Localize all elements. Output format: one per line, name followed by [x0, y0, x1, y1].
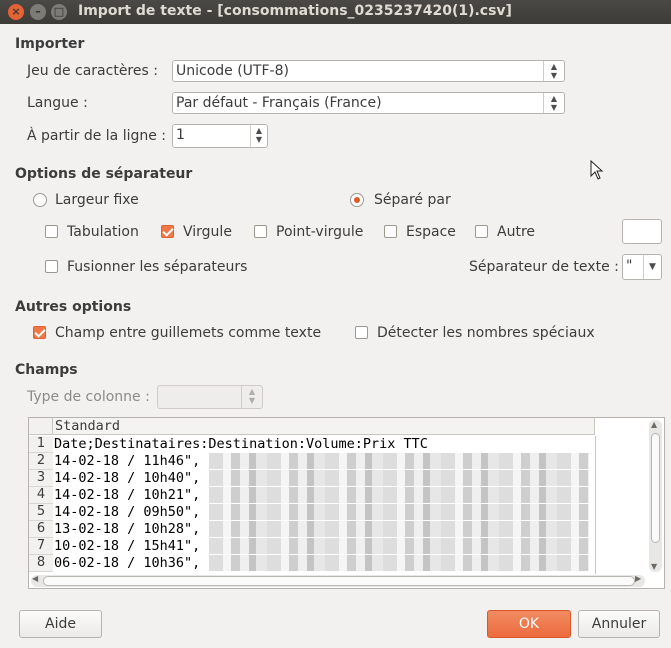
scroll-right-icon[interactable]: ▶ — [635, 574, 641, 583]
language-value: Par défaut - Français (France) — [176, 95, 382, 111]
mouse-cursor-icon — [590, 160, 604, 180]
help-button[interactable]: Aide — [19, 610, 102, 638]
row-text: 13-02-18 / 10h28", — [54, 521, 201, 537]
vertical-scrollbar[interactable]: ▲ ▼ — [649, 420, 662, 572]
from-line-spinner[interactable]: 1 ▲ ▼ — [172, 124, 268, 148]
charset-combo[interactable]: Unicode (UTF-8) ▲ ▼ — [172, 60, 565, 82]
merge-label[interactable]: Fusionner les séparateurs — [67, 259, 247, 275]
row-text: 06-02-18 / 10h36", — [54, 555, 201, 571]
spinner-arrows-icon[interactable]: ▲ ▼ — [250, 125, 267, 147]
redacted-cell — [209, 487, 589, 503]
column-type-label: Type de colonne : — [27, 389, 150, 405]
column-type-combo[interactable]: ▲ ▼ — [157, 385, 263, 409]
horizontal-scrollbar[interactable]: ◀ ▶ — [31, 574, 645, 587]
tab-label[interactable]: Tabulation — [67, 224, 139, 240]
other-options-heading: Autres options — [15, 299, 132, 315]
separated-by-radio[interactable] — [350, 193, 364, 207]
fixed-width-radio[interactable] — [33, 193, 47, 207]
column-header[interactable]: Standard — [53, 418, 595, 435]
grid-corner — [29, 418, 53, 435]
redacted-cell — [209, 470, 589, 486]
title-bar: × – □ Import de texte - [consommations_0… — [0, 0, 671, 24]
row-number: 7 — [29, 538, 53, 555]
row-text: 14-02-18 / 11h46", — [54, 453, 201, 469]
scroll-down-icon[interactable]: ▼ — [651, 562, 657, 571]
row-number: 8 — [29, 555, 53, 572]
scroll-thumb[interactable] — [43, 576, 635, 586]
detect-special-numbers-checkbox[interactable] — [355, 326, 368, 339]
detect-special-numbers-label[interactable]: Détecter les nombres spéciaux — [377, 325, 595, 341]
minimize-icon[interactable]: – — [30, 4, 46, 20]
text-delimiter-label: Séparateur de texte : — [469, 259, 619, 275]
scroll-left-icon[interactable]: ◀ — [32, 574, 38, 583]
importer-heading: Importer — [15, 36, 85, 52]
redacted-cell — [209, 538, 589, 554]
scroll-up-icon[interactable]: ▲ — [651, 420, 657, 429]
charset-label: Jeu de caractères : — [27, 63, 158, 79]
charset-value: Unicode (UTF-8) — [176, 63, 289, 79]
redacted-cell — [209, 521, 589, 537]
row-text: 14-02-18 / 09h50", — [54, 504, 201, 520]
row-number: 1 — [29, 436, 53, 453]
space-checkbox[interactable] — [384, 225, 397, 238]
row-text: 14-02-18 / 10h40", — [54, 470, 201, 486]
space-label[interactable]: Espace — [406, 224, 456, 240]
semicolon-label[interactable]: Point-virgule — [276, 224, 363, 240]
comma-checkbox[interactable] — [161, 225, 174, 238]
other-checkbox[interactable] — [475, 225, 488, 238]
row-text: Date;Destinataires:Destination:Volume:Pr… — [54, 436, 428, 452]
comma-label[interactable]: Virgule — [183, 224, 232, 240]
close-icon[interactable]: × — [8, 4, 24, 20]
row-text: 10-02-18 / 15h41", — [54, 538, 201, 554]
row-number: 3 — [29, 470, 53, 487]
other-label[interactable]: Autre — [497, 224, 535, 240]
text-delimiter-combo[interactable]: " ▼ — [622, 254, 662, 280]
semicolon-checkbox[interactable] — [254, 225, 267, 238]
redacted-cell — [209, 504, 589, 520]
row-number: 5 — [29, 504, 53, 521]
from-line-value: 1 — [176, 127, 185, 143]
ok-button[interactable]: OK — [487, 610, 571, 638]
from-line-label: À partir de la ligne : — [27, 128, 167, 144]
fields-heading: Champs — [15, 362, 78, 378]
quoted-as-text-label[interactable]: Champ entre guillemets comme texte — [55, 325, 321, 341]
chevron-down-icon: ▼ — [643, 255, 661, 279]
preview-grid[interactable]: Standard 1 Date;Destinataires:Destinatio… — [28, 417, 665, 589]
separated-by-label[interactable]: Séparé par — [374, 192, 451, 208]
combo-arrows-icon: ▲ ▼ — [543, 61, 564, 81]
row-number: 2 — [29, 453, 53, 470]
row-number: 6 — [29, 521, 53, 538]
redacted-cell — [209, 453, 589, 469]
other-separator-input[interactable] — [622, 219, 662, 244]
language-label: Langue : — [27, 95, 88, 111]
tab-checkbox[interactable] — [45, 225, 58, 238]
quoted-as-text-checkbox[interactable] — [33, 326, 46, 339]
text-delimiter-value: " — [626, 258, 633, 274]
window-title: Import de texte - [consommations_0235237… — [78, 3, 512, 19]
cancel-button[interactable]: Annuler — [578, 610, 660, 638]
scroll-thumb[interactable] — [651, 433, 660, 543]
separator-heading: Options de séparateur — [15, 166, 193, 182]
column-divider — [595, 436, 596, 574]
row-number: 4 — [29, 487, 53, 504]
row-text: 14-02-18 / 10h21", — [54, 487, 201, 503]
language-combo[interactable]: Par défaut - Français (France) ▲ ▼ — [172, 92, 565, 114]
fixed-width-label[interactable]: Largeur fixe — [55, 192, 139, 208]
redacted-cell — [209, 555, 589, 571]
combo-arrows-icon: ▲ ▼ — [543, 93, 564, 113]
merge-checkbox[interactable] — [45, 260, 58, 273]
combo-arrows-icon: ▲ ▼ — [241, 386, 262, 408]
maximize-icon[interactable]: □ — [51, 4, 67, 20]
